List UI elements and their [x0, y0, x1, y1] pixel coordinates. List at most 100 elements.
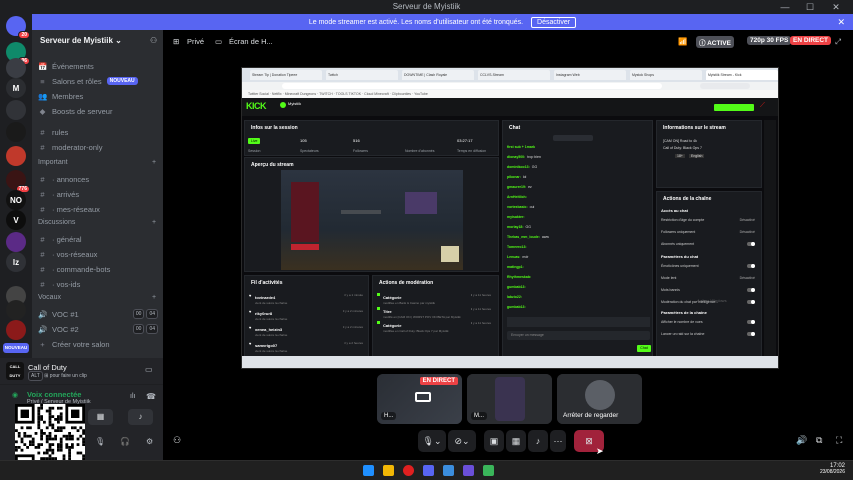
- share-screen-button[interactable]: ▣: [484, 430, 504, 452]
- collapse-icon[interactable]: ⤢: [835, 37, 841, 47]
- channel-label: · commande-bots: [52, 264, 111, 274]
- guild-header[interactable]: Serveur de Myistiik ⌄ ⚇: [32, 31, 163, 51]
- channel-item[interactable]: # · arrivés: [38, 187, 158, 201]
- channel-item[interactable]: 👥 Membres: [38, 89, 158, 103]
- streamer-avatar: [280, 102, 286, 108]
- tile-live-badge: EN DIRECT: [419, 377, 458, 385]
- server-icon[interactable]: M: [6, 78, 26, 98]
- minimize-button[interactable]: —: [775, 1, 795, 13]
- more-button[interactable]: ⋯: [550, 430, 566, 452]
- discord-taskbar-icon[interactable]: [423, 465, 434, 476]
- setting-row: Followers uniquement Désactivé: [661, 230, 755, 234]
- signal-strength-icon: 📶: [678, 37, 688, 46]
- channel-header: ⊞ Privé ▭ Écran de H... 📶 ⓘ ACTIVE 720p …: [163, 30, 853, 52]
- channel-item[interactable]: # moderator-only: [38, 140, 158, 154]
- activities-button[interactable]: ▦: [506, 430, 526, 452]
- session-panel: Infos sur la session Live Session 105 Sp…: [244, 120, 499, 156]
- clip-hint: pour faire un clip: [49, 373, 87, 379]
- settings-gear-icon[interactable]: ⚙: [146, 437, 153, 446]
- server-icon[interactable]: NO: [6, 190, 26, 210]
- activity-feed-panel: Fil d'activités ♥ tovinarde4 vient de suiv…: [244, 275, 369, 360]
- channel-item[interactable]: ≡ Salons et rôles NOUVEAU: [38, 74, 158, 88]
- app-icon[interactable]: [463, 465, 474, 476]
- server-icon[interactable]: [6, 146, 26, 166]
- windows-start-icon[interactable]: [363, 465, 374, 476]
- chat-message: vortexbasic: oui: [507, 205, 534, 209]
- server-icon[interactable]: 20: [6, 16, 30, 39]
- soundboard-button[interactable]: ♪: [528, 430, 548, 452]
- add-channel-icon[interactable]: +: [152, 159, 156, 166]
- stream-view[interactable]: Stream Tip | Donation Tipeee Twitch DOWNTI…: [241, 67, 779, 369]
- mod-name: Titre: [383, 309, 392, 314]
- chat-username: vortexbasic:: [507, 205, 528, 209]
- camera-button[interactable]: ⊘⌄: [448, 430, 476, 452]
- channel-item[interactable]: # · vos-ids: [38, 277, 158, 291]
- channel-item[interactable]: 📅 Événements: [38, 59, 158, 73]
- new-tag: NOUVEAU: [106, 77, 138, 85]
- channel-item[interactable]: 🔊 VOC #1 00 04: [38, 307, 158, 321]
- stop-watching-label[interactable]: Arrêter de regarder: [563, 412, 618, 419]
- category-header[interactable]: Important: [38, 159, 68, 166]
- server-icon[interactable]: [6, 100, 26, 120]
- server-label: V: [13, 215, 19, 225]
- headset-icon[interactable]: 🎧: [120, 437, 130, 446]
- maximize-button[interactable]: ☐: [800, 1, 820, 13]
- activity-time: il y a 1 minute: [344, 293, 363, 297]
- create-voice-channel[interactable]: + Créer votre salon: [38, 337, 158, 351]
- invite-people-icon[interactable]: ⚇: [150, 36, 157, 45]
- channel-label: Boosts de serveur: [52, 106, 113, 116]
- server-icon[interactable]: [6, 58, 26, 78]
- mod-time: il y a 11 heures: [470, 293, 491, 297]
- soundboard-button[interactable]: ♪: [128, 409, 153, 425]
- category-header[interactable]: Vocaux: [38, 294, 61, 301]
- app-icon[interactable]: [483, 465, 494, 476]
- participant-tile-m[interactable]: M...: [467, 374, 552, 424]
- server-icon[interactable]: V: [6, 210, 26, 230]
- disable-streamer-mode-button[interactable]: Désactiver: [531, 16, 577, 28]
- close-banner-icon[interactable]: ✕: [837, 17, 845, 28]
- app-icon[interactable]: [443, 465, 454, 476]
- microphone-icon[interactable]: 🎙: [95, 437, 105, 446]
- screen-share-icon[interactable]: ▭: [145, 365, 153, 374]
- participant-tile-host[interactable]: EN DIRECT H...: [377, 374, 462, 424]
- close-window-button[interactable]: ✕: [826, 1, 846, 13]
- category-header[interactable]: Discussions: [38, 219, 75, 226]
- volume-icon[interactable]: 🔊: [796, 435, 807, 446]
- activities-button[interactable]: ▦: [88, 409, 113, 425]
- privacy-label: Privé: [187, 37, 205, 46]
- moderation-row: Catégorie modifiée en Bank & Casino par m…: [377, 292, 497, 305]
- channel-item[interactable]: # · commande-bots: [38, 262, 158, 276]
- participant-tile-stop[interactable]: Arrêter de regarder: [557, 374, 642, 424]
- channel-item[interactable]: ◆ Boosts de serveur: [38, 104, 158, 118]
- server-icon[interactable]: 776: [6, 170, 30, 193]
- chat-text: mdr: [522, 255, 529, 259]
- add-channel-icon[interactable]: +: [152, 294, 156, 301]
- opera-icon[interactable]: [403, 465, 414, 476]
- channel-item[interactable]: # rules: [38, 125, 158, 139]
- server-icon[interactable]: [6, 320, 26, 340]
- discord-app: Serveur de Myistiik — ☐ ✕ 20 96 M 776 NO Vlz …: [0, 0, 853, 480]
- channel-item[interactable]: 🔊 VOC #2 00 04: [38, 322, 158, 336]
- mute-button[interactable]: 🎙⌄: [418, 430, 446, 452]
- channel-item[interactable]: # · vos-réseaux: [38, 247, 158, 261]
- popout-icon[interactable]: ⧉: [816, 435, 822, 446]
- channel-item[interactable]: # · mes-réseaux: [38, 202, 158, 216]
- noise-icon[interactable]: ılı: [130, 393, 135, 400]
- server-label: lz: [12, 257, 20, 267]
- channel-item[interactable]: # · annonces: [38, 172, 158, 186]
- channel-item[interactable]: # · général: [38, 232, 158, 246]
- fullscreen-icon[interactable]: ⛶: [836, 435, 842, 446]
- server-icon[interactable]: [6, 122, 26, 142]
- mod-name: Catégorie: [383, 295, 402, 300]
- invite-to-voice-icon[interactable]: ⚇: [173, 435, 181, 446]
- server-icon[interactable]: lz: [6, 252, 26, 272]
- mod-sub: modifiée en Bank & Casino par myistiik: [383, 301, 436, 305]
- chat-username: Lenuas:: [507, 255, 521, 259]
- file-explorer-icon[interactable]: [383, 465, 394, 476]
- disconnect-icon[interactable]: ☎: [146, 392, 156, 401]
- add-channel-icon[interactable]: +: [152, 219, 156, 226]
- category-label: Discussions: [38, 219, 76, 226]
- server-icon[interactable]: [6, 232, 26, 252]
- server-icon[interactable]: [6, 300, 26, 320]
- activity-sub: vient de suivre la chaîne: [255, 349, 288, 353]
